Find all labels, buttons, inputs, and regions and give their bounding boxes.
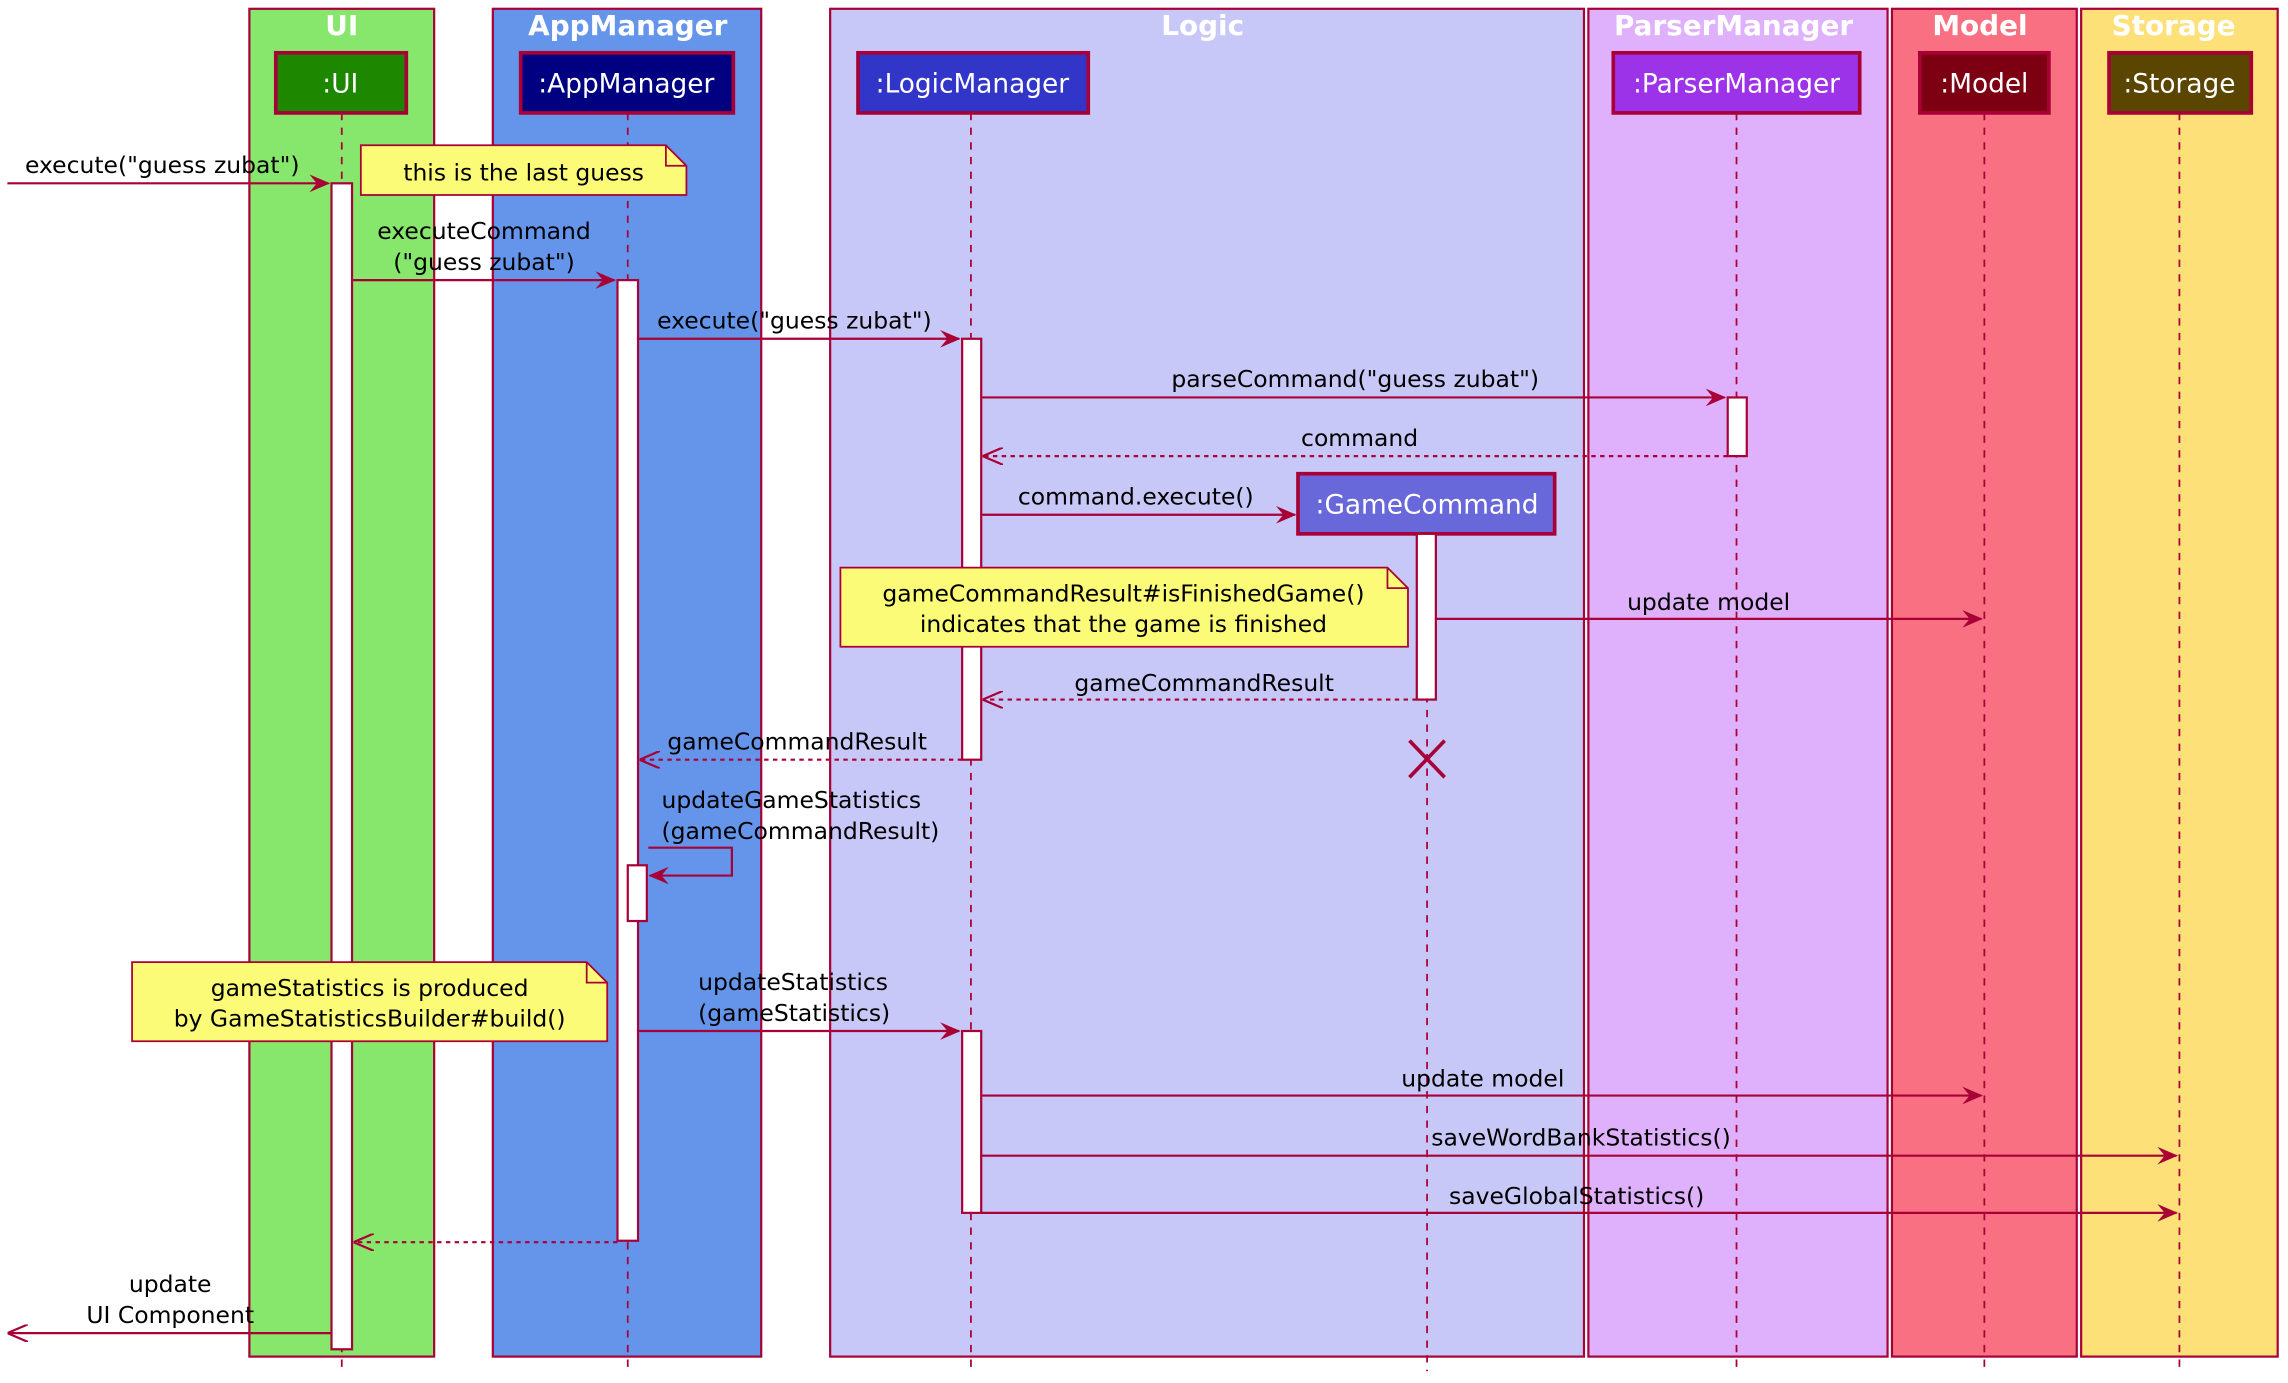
activation-parsermanager — [1726, 396, 1748, 458]
message-label-updategamestatistics-1: updateGameStatistics — [661, 786, 921, 814]
participant-logicmanager-label: :LogicManager — [876, 69, 1070, 99]
box-ui-title: UI — [325, 9, 358, 42]
message-label-update-ui-1: update — [129, 1270, 212, 1298]
note-finished: gameCommandResult#isFinishedGame() indic… — [839, 566, 1409, 648]
box-parsermanager-background — [1587, 7, 1889, 1358]
message-label-update-model-1: update model — [1627, 588, 1790, 616]
participant-model[interactable]: :Model — [1917, 50, 2051, 115]
note-finished-text-2: indicates that the game is finished — [920, 610, 1327, 638]
message-label-updatestatistics-2: (gameStatistics) — [698, 999, 890, 1027]
message-label-updatestatistics-1: updateStatistics — [698, 968, 888, 996]
note-statistics-text-1: gameStatistics is produced — [211, 974, 529, 1002]
participant-appmanager[interactable]: :AppManager — [518, 50, 736, 115]
participant-ui[interactable]: :UI — [273, 50, 409, 115]
message-label-savewordbank: saveWordBankStatistics() — [1431, 1123, 1731, 1151]
participant-parsermanager-label: :ParserManager — [1633, 69, 1840, 99]
message-label-executecommand-2: ("guess zubat") — [393, 248, 575, 276]
participant-gamecommand[interactable]: :GameCommand — [1296, 471, 1557, 536]
box-parsermanager-title: ParserManager — [1614, 9, 1853, 42]
activation-logicmanager-1 — [961, 337, 983, 761]
message-label-command-return: command — [1301, 424, 1418, 452]
note-finished-text-1: gameCommandResult#isFinishedGame() — [882, 579, 1364, 607]
participant-gamecommand-label: :GameCommand — [1316, 490, 1539, 520]
message-label-update-ui-2: UI Component — [86, 1301, 254, 1329]
activation-ui — [330, 182, 354, 1351]
box-model-title: Model — [1932, 9, 2027, 42]
participant-storage[interactable]: :Storage — [2107, 50, 2254, 115]
participant-appmanager-label: :AppManager — [538, 69, 714, 99]
box-parsermanager: ParserManager — [1587, 7, 1889, 1358]
note-statistics: gameStatistics is produced by GameStatis… — [131, 961, 609, 1043]
note-last-guess: this is the last guess — [359, 144, 688, 196]
message-label-saveglobal: saveGlobalStatistics() — [1449, 1182, 1704, 1210]
box-logic-title: Logic — [1161, 9, 1244, 42]
participant-ui-label: :UI — [322, 69, 358, 99]
activation-appmanager-self — [626, 864, 648, 923]
participant-model-label: :Model — [1940, 69, 2028, 99]
note-last-guess-text: this is the last guess — [403, 158, 644, 186]
activation-gamecommand — [1415, 532, 1437, 701]
box-storage-title: Storage — [2112, 9, 2236, 42]
message-label-update-model-2: update model — [1401, 1065, 1564, 1093]
message-label-execute-logic: execute("guess zubat") — [657, 307, 932, 335]
message-label-parsecommand: parseCommand("guess zubat") — [1171, 365, 1539, 393]
message-label-command-execute: command.execute() — [1018, 483, 1254, 511]
message-label-execute-ui: execute("guess zubat") — [25, 151, 300, 179]
note-statistics-text-2: by GameStatisticsBuilder#build() — [174, 1005, 566, 1033]
participant-parsermanager[interactable]: :ParserManager — [1611, 50, 1862, 115]
participant-logicmanager[interactable]: :LogicManager — [856, 50, 1091, 115]
activation-logicmanager-2 — [961, 1029, 983, 1214]
message-label-gamecommandresult-1: gameCommandResult — [1074, 669, 1334, 697]
message-label-executecommand-1: executeCommand — [377, 217, 591, 245]
sequence-diagram: UI AppManager Logic ParserManager Model … — [0, 7, 2279, 1372]
activation-appmanager — [616, 279, 640, 1242]
message-label-updategamestatistics-2: (gameCommandResult) — [661, 817, 939, 845]
box-appmanager-title: AppManager — [528, 9, 727, 42]
message-label-gamecommandresult-2: gameCommandResult — [667, 727, 927, 755]
participant-storage-label: :Storage — [2123, 69, 2235, 99]
